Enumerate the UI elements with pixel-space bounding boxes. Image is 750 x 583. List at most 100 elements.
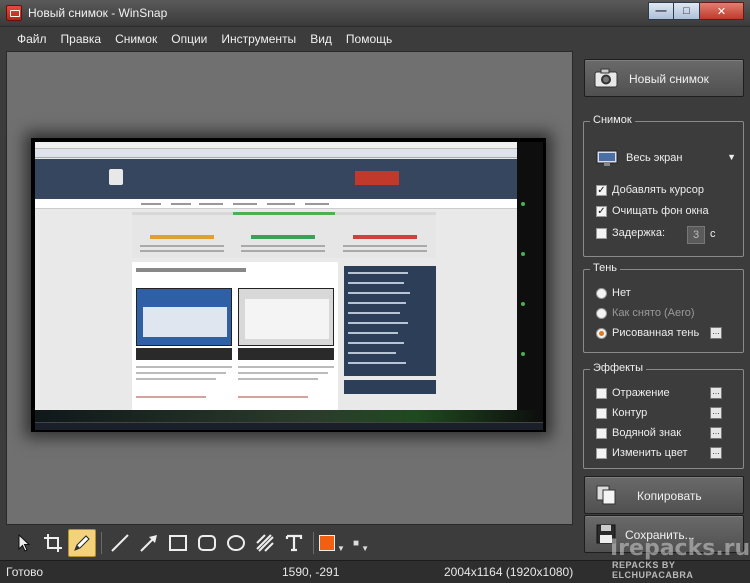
color-picker[interactable]: ▼ <box>318 529 346 557</box>
shadow-none-option[interactable]: Нет <box>596 285 631 301</box>
capture-site-logo <box>109 169 123 185</box>
capture-taskbar <box>35 422 543 430</box>
drawing-toolbar: ▼ ■ ▼ <box>6 527 573 559</box>
close-button[interactable]: ✕ <box>700 2 744 20</box>
width-dropdown-icon: ▼ <box>361 543 369 553</box>
shadow-settings-button[interactable]: … <box>710 327 722 339</box>
winsnap-app-icon[interactable] <box>6 5 22 21</box>
change-color-option[interactable]: Изменить цвет <box>596 445 688 461</box>
snapshot-group-title: Снимок <box>590 114 635 126</box>
text-icon[interactable] <box>280 529 308 557</box>
watermark-checkbox[interactable] <box>596 427 607 439</box>
outline-label: Контур <box>612 407 648 419</box>
capture-main-column <box>132 262 338 422</box>
site-watermark: Irepacks.ru <box>610 536 750 561</box>
copy-icon <box>593 483 619 507</box>
copy-button[interactable]: Копировать <box>584 476 744 514</box>
capture-sidebar <box>344 266 436 376</box>
maximize-button[interactable]: □ <box>674 2 700 20</box>
credit-watermark: REPACKS BY ELCHUPACABRA <box>612 560 694 580</box>
arrow-icon[interactable] <box>135 529 163 557</box>
monitor-icon <box>596 150 618 166</box>
reflection-checkbox[interactable] <box>596 387 607 399</box>
reflection-settings-button[interactable]: … <box>710 387 722 399</box>
effects-group-title: Эффекты <box>590 362 647 374</box>
rounded-rectangle-icon[interactable] <box>193 529 221 557</box>
menu-tools[interactable]: Инструменты <box>214 27 303 50</box>
capture-mode-value: Весь экран <box>626 152 683 164</box>
change-color-checkbox[interactable] <box>596 447 607 459</box>
add-cursor-label: Добавлять курсор <box>612 184 704 196</box>
menu-options[interactable]: Опции <box>164 27 214 50</box>
menu-view[interactable]: Вид <box>303 27 339 50</box>
cursor-coords: 1590, -291 <box>282 565 340 579</box>
capture-side-panel <box>517 142 543 422</box>
menu-file[interactable]: Файл <box>10 27 54 50</box>
change-color-label: Изменить цвет <box>612 447 688 459</box>
shadow-aero-radio[interactable] <box>596 307 607 319</box>
copy-label: Копировать <box>637 489 702 503</box>
delay-option[interactable]: Задержка: <box>596 225 665 241</box>
new-shot-label: Новый снимок <box>629 72 709 86</box>
toolbar-divider <box>313 532 314 554</box>
window-title: Новый снимок - WinSnap <box>28 6 168 20</box>
capture-site-header <box>35 159 517 199</box>
window-controls: — □ ✕ <box>648 2 744 20</box>
capture-mode-select[interactable]: Весь экран ▼ <box>596 148 736 170</box>
shadow-drawn-option[interactable]: Рисованная тень <box>596 325 699 341</box>
rectangle-icon[interactable] <box>164 529 192 557</box>
menu-help[interactable]: Помощь <box>339 27 399 50</box>
outline-checkbox[interactable] <box>596 407 607 419</box>
line-width-picker[interactable]: ■ ▼ <box>347 529 375 557</box>
capture-site-nav <box>35 199 517 209</box>
shadow-aero-option[interactable]: Как снято (Aero) <box>596 305 695 321</box>
ellipse-icon[interactable] <box>222 529 250 557</box>
shadow-drawn-radio[interactable] <box>596 327 607 339</box>
capture-address-bar <box>35 149 543 158</box>
shadow-aero-label: Как снято (Aero) <box>612 307 695 319</box>
menu-edit[interactable]: Правка <box>54 27 109 50</box>
reflection-label: Отражение <box>612 387 670 399</box>
pointer-icon[interactable] <box>10 529 38 557</box>
menu-snapshot[interactable]: Снимок <box>108 27 164 50</box>
line-width-icon: ■ <box>353 537 360 549</box>
color-dropdown-icon: ▼ <box>337 543 345 553</box>
change-color-settings-button[interactable]: … <box>710 447 722 459</box>
clear-bg-label: Очищать фон окна <box>612 205 709 217</box>
capture-browser-menu <box>35 142 543 149</box>
shadow-group: Тень Нет Как снято (Aero) Рисованная тен… <box>583 262 744 353</box>
capture-help-button <box>355 171 399 185</box>
delay-checkbox[interactable] <box>596 227 607 239</box>
editor-canvas[interactable] <box>6 51 573 525</box>
capture-sidebar-lower <box>344 380 436 394</box>
capture-feature-boxes <box>132 212 436 258</box>
outline-option[interactable]: Контур <box>596 405 647 421</box>
title-bar: Новый снимок - WinSnap — □ ✕ <box>0 0 750 27</box>
minimize-button[interactable]: — <box>648 2 674 20</box>
outline-settings-button[interactable]: … <box>710 407 722 419</box>
clear-bg-option[interactable]: ✓ Очищать фон окна <box>596 203 709 219</box>
line-icon[interactable] <box>106 529 134 557</box>
menu-bar: Файл Правка Снимок Опции Инструменты Вид… <box>0 27 750 50</box>
new-shot-button[interactable]: Новый снимок <box>584 59 744 97</box>
watermark-label: Водяной знак <box>612 427 682 439</box>
pen-icon[interactable] <box>68 529 96 557</box>
watermark-settings-button[interactable]: … <box>710 427 722 439</box>
crop-icon[interactable] <box>39 529 67 557</box>
delay-unit: с <box>710 228 716 240</box>
add-cursor-checkbox[interactable]: ✓ <box>596 184 607 196</box>
watermark-option[interactable]: Водяной знак <box>596 425 681 441</box>
shadow-none-radio[interactable] <box>596 287 607 299</box>
image-size: 2004x1164 (1920x1080) <box>444 565 574 579</box>
reflection-option[interactable]: Отражение <box>596 385 670 401</box>
captured-screenshot[interactable] <box>35 142 543 430</box>
snapshot-group: Снимок Весь экран ▼ ✓ Добавлять курсор ✓… <box>583 114 744 257</box>
clear-bg-checkbox[interactable]: ✓ <box>596 205 607 217</box>
toolbar-divider <box>101 532 102 554</box>
shadow-drawn-label: Рисованная тень <box>612 327 700 339</box>
delay-spinner[interactable]: 3 <box>687 226 705 244</box>
add-cursor-option[interactable]: ✓ Добавлять курсор <box>596 182 704 198</box>
camera-icon <box>593 66 619 90</box>
hatch-icon[interactable] <box>251 529 279 557</box>
shadow-none-label: Нет <box>612 287 631 299</box>
